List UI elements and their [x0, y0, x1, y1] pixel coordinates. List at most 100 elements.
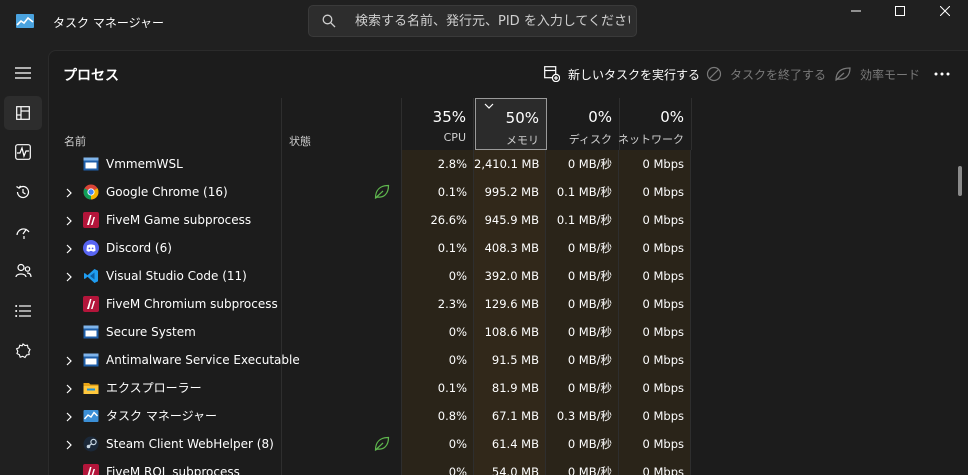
efficiency-mode-button[interactable]: 効率モード — [834, 64, 920, 84]
title-bar: タスク マネージャー — [0, 0, 968, 44]
nav-startup-apps[interactable] — [4, 215, 42, 249]
disk-value: 0 MB/秒 — [546, 318, 619, 346]
memory-label: メモリ — [506, 134, 539, 147]
process-row[interactable]: Google Chrome (16) 0.1% 995.2 MB 0.1 MB/秒 0 … — [48, 178, 958, 206]
table-header: 35% CPU 50% メモリ 0% ディスク 0% ネットワーク — [48, 98, 968, 150]
network-value: 0 Mbps — [619, 318, 691, 346]
cpu-label: CPU — [443, 131, 466, 144]
process-row[interactable]: Visual Studio Code (11) 0% 392.0 MB 0 MB/秒 0… — [48, 262, 958, 290]
expand-chevron-icon[interactable] — [64, 355, 74, 366]
more-options-button[interactable] — [932, 64, 952, 84]
chevron-down-icon — [484, 103, 494, 109]
process-name: FiveM ROL subprocess — [106, 465, 240, 475]
process-row[interactable]: VmmemWSL 2.8% 2,410.1 MB 0 MB/秒 0 Mbps — [48, 150, 958, 178]
nav-users[interactable] — [4, 254, 42, 288]
vertical-scrollbar[interactable] — [958, 166, 962, 196]
process-name: Antimalware Service Executable — [106, 353, 300, 367]
network-label: ネットワーク — [618, 133, 684, 146]
cpu-value: 26.6% — [402, 206, 474, 234]
run-new-task-button[interactable]: 新しいタスクを実行する — [544, 64, 700, 84]
column-header-cpu[interactable]: 35% CPU — [402, 98, 474, 150]
memory-value: 2,410.1 MB — [474, 150, 546, 178]
search-box[interactable] — [308, 5, 637, 37]
process-name: Secure System — [106, 325, 196, 339]
nav-details[interactable] — [4, 294, 42, 328]
fivem-icon — [83, 296, 99, 312]
cpu-value: 2.8% — [402, 150, 474, 178]
run-new-task-label: 新しいタスクを実行する — [568, 67, 701, 82]
left-navigation — [0, 44, 48, 475]
process-row[interactable]: エクスプローラー 0.1% 81.9 MB 0 MB/秒 0 Mbps — [48, 374, 958, 402]
network-value: 0 Mbps — [619, 290, 691, 318]
cpu-value: 0.1% — [402, 234, 474, 262]
cpu-value: 0.1% — [402, 178, 474, 206]
process-name: タスク マネージャー — [106, 409, 217, 423]
process-row[interactable]: Antimalware Service Executable 0% 91.5 MB 0… — [48, 346, 958, 374]
minimize-icon — [851, 10, 861, 12]
memory-value: 67.1 MB — [474, 402, 546, 430]
process-name: FiveM Game subprocess — [106, 213, 252, 227]
network-value: 0 Mbps — [619, 402, 691, 430]
maximize-button[interactable] — [877, 0, 923, 22]
network-total: 0% — [660, 108, 684, 126]
task-manager-icon — [83, 408, 99, 424]
nav-app-history[interactable] — [4, 175, 42, 209]
memory-value: 129.6 MB — [474, 290, 546, 318]
disk-value: 0 MB/秒 — [546, 150, 619, 178]
expand-chevron-icon[interactable] — [64, 439, 74, 450]
process-name: Steam Client WebHelper (8) — [106, 437, 274, 451]
page-title: プロセス — [63, 68, 119, 84]
network-value: 0 Mbps — [619, 430, 691, 458]
end-task-icon — [706, 66, 722, 82]
process-row[interactable]: FiveM ROL subprocess 0% 54.0 MB 0 MB/秒 0 Mbp… — [48, 458, 958, 475]
process-row[interactable]: FiveM Game subprocess 26.6% 945.9 MB 0.1 MB… — [48, 206, 958, 234]
process-row[interactable]: タスク マネージャー 0.8% 67.1 MB 0.3 MB/秒 0 Mbps — [48, 402, 958, 430]
leaf-icon — [835, 67, 851, 81]
vscode-icon — [83, 268, 99, 284]
disk-value: 0 MB/秒 — [546, 262, 619, 290]
memory-value: 108.6 MB — [474, 318, 546, 346]
cpu-value: 0% — [402, 262, 474, 290]
memory-value: 995.2 MB — [474, 178, 546, 206]
column-header-disk[interactable]: 0% ディスク — [547, 98, 620, 150]
process-row[interactable]: Secure System 0% 108.6 MB 0 MB/秒 0 Mbps — [48, 318, 958, 346]
minimize-button[interactable] — [833, 0, 879, 22]
efficiency-mode-label: 効率モード — [860, 67, 921, 82]
network-value: 0 Mbps — [619, 458, 691, 475]
hamburger-menu-button[interactable] — [4, 56, 42, 90]
disk-value: 0 MB/秒 — [546, 374, 619, 402]
expand-chevron-icon[interactable] — [64, 187, 74, 198]
nav-processes[interactable] — [4, 96, 42, 130]
end-task-label: タスクを終了する — [730, 67, 827, 82]
process-row[interactable]: Steam Client WebHelper (8) 0% 61.4 MB 0 MB/… — [48, 430, 958, 458]
network-value: 0 Mbps — [619, 374, 691, 402]
startup-apps-icon — [16, 228, 30, 239]
column-header-network[interactable]: 0% ネットワーク — [618, 98, 692, 150]
expand-chevron-icon[interactable] — [64, 243, 74, 254]
network-value: 0 Mbps — [619, 234, 691, 262]
end-task-button[interactable]: タスクを終了する — [706, 64, 826, 84]
system-window-icon — [83, 324, 99, 340]
nav-performance[interactable] — [4, 135, 42, 169]
expand-chevron-icon[interactable] — [64, 411, 74, 422]
efficiency-leaf-icon — [374, 436, 390, 452]
process-row[interactable]: Discord (6) 0.1% 408.3 MB 0 MB/秒 0 Mbps — [48, 234, 958, 262]
nav-services[interactable] — [4, 334, 42, 368]
search-icon — [322, 14, 336, 28]
app-history-icon — [16, 185, 30, 199]
expand-chevron-icon[interactable] — [64, 383, 74, 394]
column-header-memory[interactable]: 50% メモリ — [475, 98, 547, 150]
disk-value: 0.1 MB/秒 — [546, 206, 619, 234]
close-button[interactable] — [922, 0, 968, 22]
process-row[interactable]: FiveM Chromium subprocess 2.3% 129.6 MB 0 M… — [48, 290, 958, 318]
menu-icon — [15, 67, 31, 79]
expand-chevron-icon[interactable] — [64, 271, 74, 282]
cpu-value: 0% — [402, 458, 474, 475]
cpu-value: 0% — [402, 318, 474, 346]
disk-value: 0 MB/秒 — [546, 346, 619, 374]
efficiency-leaf-icon — [374, 184, 390, 200]
process-list: VmmemWSL 2.8% 2,410.1 MB 0 MB/秒 0 Mbps Google… — [48, 150, 958, 475]
expand-chevron-icon[interactable] — [64, 215, 74, 226]
cpu-value: 0% — [402, 346, 474, 374]
search-input[interactable] — [355, 10, 630, 32]
